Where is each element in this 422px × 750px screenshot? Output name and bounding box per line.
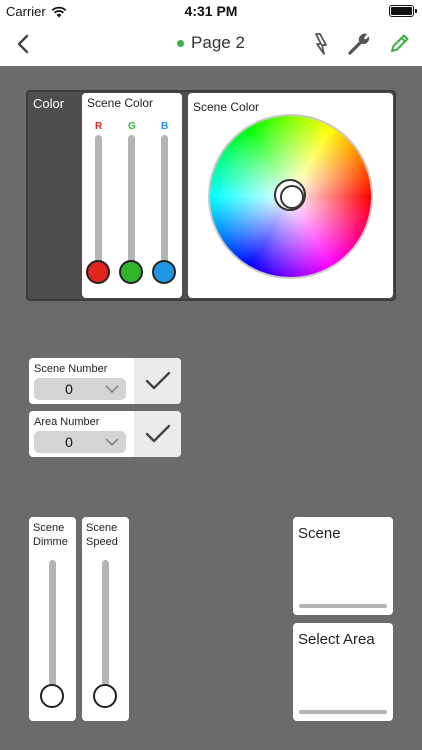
red-slider-knob[interactable] (86, 260, 110, 284)
checkmark-icon (145, 424, 170, 443)
blue-slider-knob[interactable] (152, 260, 176, 284)
navigation-bar: Page 2 (0, 22, 422, 66)
scene-speed-label-line2: Speed (86, 536, 118, 548)
select-area-button[interactable]: Select Area (293, 623, 393, 721)
scene-speed-knob[interactable] (93, 684, 117, 708)
clock: 4:31 PM (184, 3, 238, 19)
rgb-sliders-panel: Scene Color R G B (82, 93, 182, 298)
blue-label: B (161, 121, 169, 132)
scene-speed-panel: Scene Speed (82, 517, 129, 721)
select-area-button-bar (299, 710, 387, 714)
scene-button-bar (299, 604, 387, 608)
red-slider-track[interactable] (95, 135, 102, 273)
scene-dimmer-knob[interactable] (40, 684, 64, 708)
scene-number-label: Scene Number (34, 363, 108, 375)
scene-speed-track[interactable] (102, 560, 109, 700)
scene-number-confirm-button[interactable] (134, 358, 181, 404)
scene-dimmer-label: Scene Dimme (33, 521, 75, 549)
scene-button[interactable]: Scene (293, 517, 393, 615)
scene-button-label: Scene (298, 525, 341, 542)
green-slider-track[interactable] (128, 135, 135, 273)
select-area-button-label: Select Area (298, 631, 375, 648)
color-wheel-title: Scene Color (193, 100, 260, 114)
scene-number-value: 0 (65, 381, 73, 397)
checkmark-icon (145, 371, 170, 390)
area-number-confirm-button[interactable] (134, 411, 181, 457)
edit-button[interactable] (386, 31, 412, 57)
page-title-text: Page 2 (191, 33, 245, 52)
connection-status-dot (177, 39, 185, 47)
area-number-field: Area Number 0 (29, 411, 181, 457)
area-number-value: 0 (65, 434, 73, 450)
lightning-button[interactable] (307, 31, 333, 57)
red-label: R (95, 121, 103, 132)
scene-speed-label: Scene Speed (86, 521, 128, 549)
status-bar: Carrier 4:31 PM (0, 0, 422, 22)
area-number-label: Area Number (34, 416, 100, 428)
rgb-panel-title: Scene Color (87, 96, 154, 110)
wrench-icon (348, 33, 370, 55)
color-group-label: Color (33, 96, 65, 111)
area-number-select[interactable]: 0 (34, 431, 126, 453)
scene-speed-label-line1: Scene (86, 522, 118, 534)
scene-dimmer-panel: Scene Dimme (29, 517, 76, 721)
battery-icon (389, 5, 417, 17)
blue-slider-track[interactable] (161, 135, 168, 273)
scene-number-select[interactable]: 0 (34, 378, 126, 400)
scene-dimmer-label-line2: Dimme (33, 536, 68, 548)
scene-dimmer-track[interactable] (49, 560, 56, 700)
settings-button[interactable] (346, 31, 372, 57)
green-label: G (128, 121, 136, 132)
chevron-down-icon (105, 438, 119, 447)
pencil-icon (391, 34, 409, 52)
scene-dimmer-label-line1: Scene (33, 522, 65, 534)
chevron-down-icon (105, 385, 119, 394)
green-slider-knob[interactable] (119, 260, 143, 284)
color-wheel-selector[interactable] (274, 179, 306, 211)
lightning-icon (315, 33, 327, 55)
scene-number-field: Scene Number 0 (29, 358, 181, 404)
